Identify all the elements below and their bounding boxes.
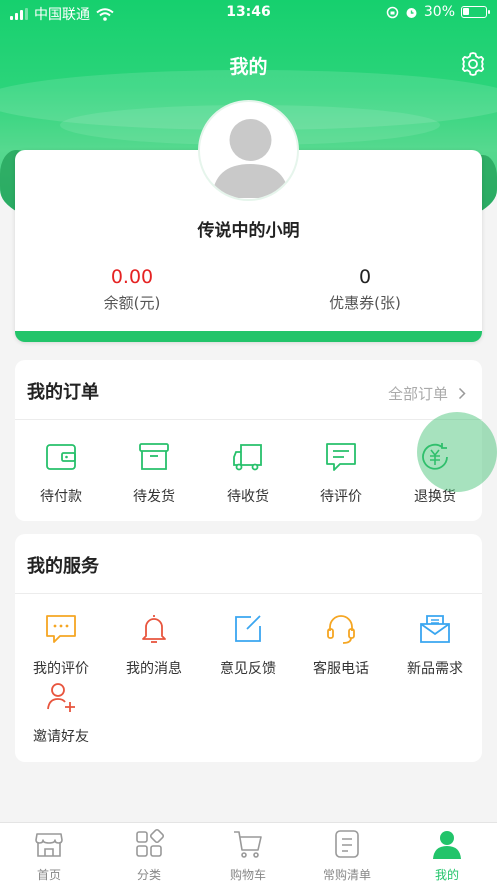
services-title: 我的服务 xyxy=(27,556,99,577)
add-user-icon xyxy=(47,683,75,712)
service-customer-hotline[interactable]: 客服电话 xyxy=(295,612,387,678)
cart-icon xyxy=(234,831,262,858)
service-my-reviews-label: 我的评价 xyxy=(33,661,89,677)
orders-title: 我的订单 xyxy=(27,382,99,403)
tab-mine[interactable]: 我的 xyxy=(407,828,487,883)
coupon-value: 0 xyxy=(358,266,372,288)
wallet-icon xyxy=(46,444,76,470)
tab-mine-label: 我的 xyxy=(434,868,459,882)
order-pending-review[interactable]: 待评价 xyxy=(295,440,387,506)
order-pending-receipt-label: 待收货 xyxy=(227,489,269,505)
chevron-right-icon xyxy=(458,387,466,400)
bottom-tab-bar: 首页 分类 购物车 常购清单 我的 xyxy=(0,822,497,883)
order-pending-payment-label: 待付款 xyxy=(40,489,82,505)
orders-panel: 我的订单 全部订单 待付款 待发货 待收货 待评价 退换货 xyxy=(15,360,482,521)
box-icon xyxy=(139,443,169,470)
edit-icon xyxy=(235,615,261,642)
all-orders-label: 全部订单 xyxy=(387,385,448,403)
tab-category-label: 分类 xyxy=(136,868,161,882)
tab-cart[interactable]: 购物车 xyxy=(208,828,288,883)
order-pending-shipment-label: 待发货 xyxy=(133,489,175,505)
service-feedback[interactable]: 意见反馈 xyxy=(202,612,294,678)
tab-frequent-list-label: 常购清单 xyxy=(322,868,371,882)
service-feedback-label: 意见反馈 xyxy=(220,661,276,677)
service-invite-friends[interactable]: 邀请好友 xyxy=(15,680,107,746)
service-my-reviews[interactable]: 我的评价 xyxy=(15,612,107,678)
bell-icon xyxy=(142,615,166,643)
service-new-product-request-label: 新品需求 xyxy=(407,661,463,677)
battery-percent: 30% xyxy=(423,4,455,20)
services-divider xyxy=(15,593,482,594)
service-my-messages-label: 我的消息 xyxy=(126,661,182,677)
service-my-messages[interactable]: 我的消息 xyxy=(108,612,200,678)
avatar[interactable] xyxy=(198,100,299,201)
alarm-icon xyxy=(406,7,417,18)
page-title: 我的 xyxy=(229,56,268,78)
user-name: 传说中的小明 xyxy=(197,221,300,241)
touch-ripple xyxy=(417,412,497,492)
status-bar: 中国联通 13:46 30% xyxy=(0,0,497,26)
default-avatar-icon xyxy=(212,119,289,198)
service-customer-hotline-label: 客服电话 xyxy=(313,661,369,677)
headset-icon xyxy=(327,615,355,644)
tab-category[interactable]: 分类 xyxy=(109,828,189,883)
truck-icon xyxy=(233,444,262,471)
rotation-lock-icon xyxy=(386,6,399,18)
settings-gear-icon[interactable] xyxy=(459,50,487,78)
all-orders-link[interactable]: 全部订单 xyxy=(388,383,466,404)
balance-label: 余额(元) xyxy=(103,294,161,312)
tab-home[interactable]: 首页 xyxy=(9,828,89,883)
service-invite-friends-label: 邀请好友 xyxy=(33,729,89,745)
order-pending-review-label: 待评价 xyxy=(320,489,362,505)
balance-value: 0.00 xyxy=(110,266,154,288)
coupon-label: 优惠券(张) xyxy=(329,294,401,312)
coupon-stat[interactable]: 0 优惠券(张) xyxy=(265,266,465,313)
store-icon xyxy=(35,833,63,857)
tab-frequent-list[interactable]: 常购清单 xyxy=(307,828,387,883)
battery-icon xyxy=(461,6,490,18)
user-icon xyxy=(433,831,461,859)
mail-icon xyxy=(420,615,450,643)
category-icon xyxy=(136,828,165,857)
tab-cart-label: 购物车 xyxy=(229,868,266,882)
service-new-product-request[interactable]: 新品需求 xyxy=(389,612,481,678)
order-pending-shipment[interactable]: 待发货 xyxy=(108,440,200,506)
order-pending-receipt[interactable]: 待收货 xyxy=(202,440,294,506)
list-icon xyxy=(335,830,359,858)
tab-home-label: 首页 xyxy=(36,868,61,882)
comment-icon xyxy=(326,443,356,471)
review-icon xyxy=(46,615,76,643)
order-pending-payment[interactable]: 待付款 xyxy=(15,440,107,506)
services-panel: 我的服务 我的评价 我的消息 意见反馈 客服电话 新品需求 邀请好友 xyxy=(15,534,482,762)
profile-card-accent xyxy=(15,331,482,342)
orders-divider xyxy=(15,419,482,420)
balance-stat[interactable]: 0.00 余额(元) xyxy=(32,266,232,313)
